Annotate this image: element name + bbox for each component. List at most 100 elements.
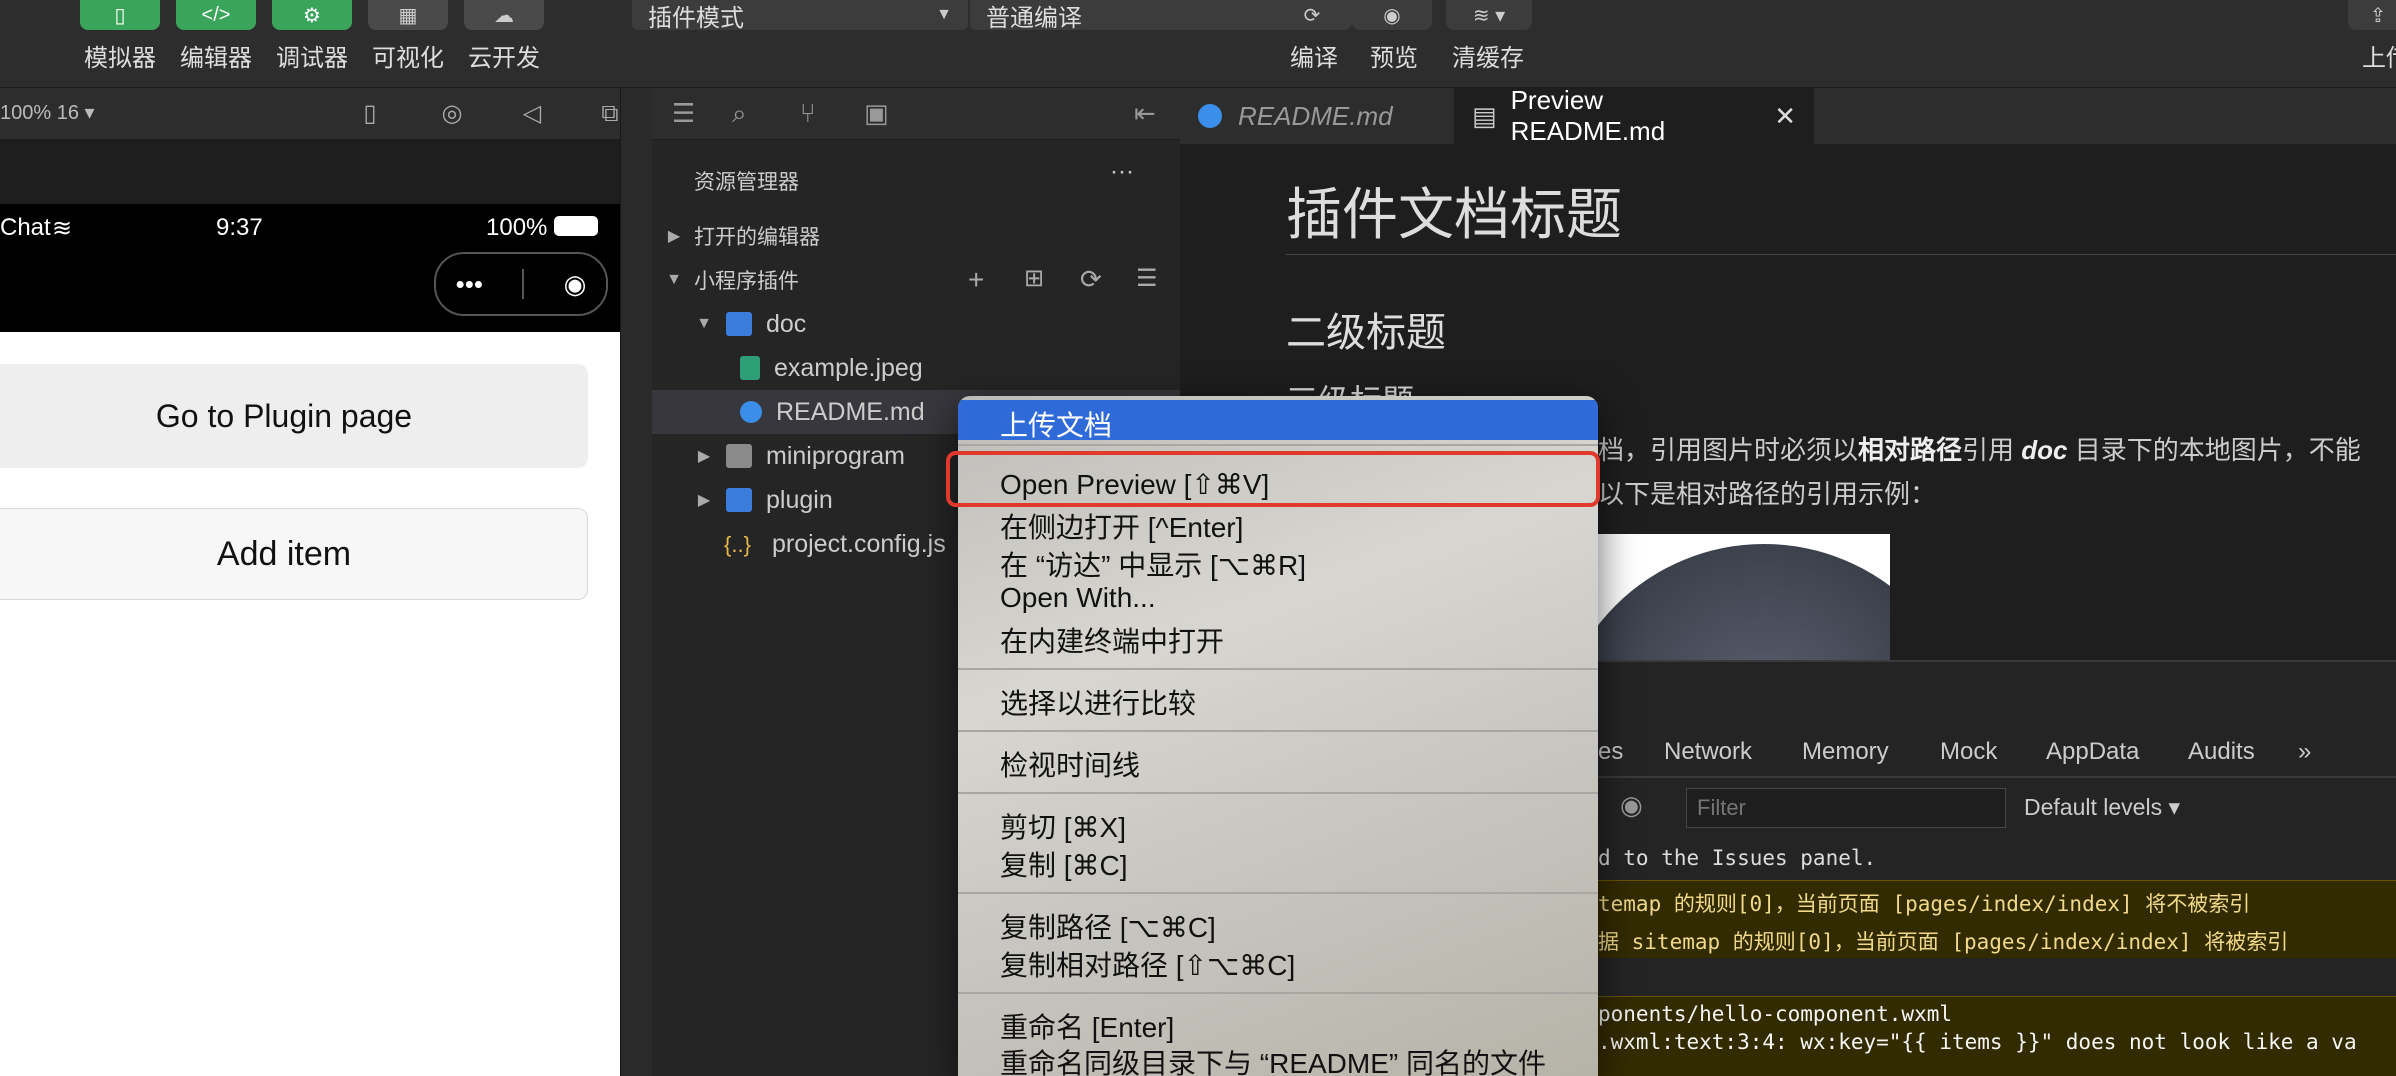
tree-label: plugin	[766, 485, 833, 514]
capsule-menu[interactable]: ••• ◉	[434, 252, 608, 316]
battery-icon	[554, 216, 598, 236]
tab-readme[interactable]: README.md	[1180, 88, 1450, 144]
list-icon[interactable]: ☰	[672, 98, 695, 129]
tree-folder-doc[interactable]: ▼ doc	[652, 302, 1222, 346]
simulator-toolbar: 100% 16 ▾ ▯ ◎ ◁ ⧉	[0, 88, 652, 140]
open-editors-label: 打开的编辑器	[694, 226, 820, 249]
menu-separator	[958, 730, 1598, 732]
capsule-divider	[522, 269, 525, 299]
cloud-icon: ☁	[494, 4, 514, 27]
new-file-icon[interactable]: +	[968, 264, 984, 296]
devtools-tab-network[interactable]: Network	[1664, 738, 1752, 766]
para-text: 档，引用图片时必须以	[1598, 435, 1859, 465]
devtools-tab-mock[interactable]: Mock	[1940, 738, 1997, 766]
para-em: doc	[2021, 435, 2068, 465]
log-levels-select[interactable]: Default levels ▾	[2024, 794, 2180, 821]
console-filter-input[interactable]	[1686, 788, 2006, 828]
devtools-tab-memory[interactable]: Memory	[1802, 738, 1889, 766]
preview-button[interactable]: ◉	[1352, 0, 1432, 30]
upload-button[interactable]: ⇪	[2348, 0, 2396, 30]
tree-label: example.jpeg	[774, 353, 923, 382]
search-icon[interactable]: ⌕	[732, 98, 747, 130]
devtools-tab-appdata[interactable]: AppData	[2046, 738, 2139, 766]
compile-select[interactable]: 普通编译▼	[970, 0, 1302, 32]
menu-item-open-with[interactable]: Open With...	[1000, 582, 1156, 614]
menu-separator	[958, 892, 1598, 894]
debugger-toggle-button[interactable]: ⚙	[272, 0, 352, 30]
tab-preview-readme[interactable]: ▤ Preview README.md ✕	[1454, 85, 1814, 146]
refresh-icon: ⟳	[1303, 4, 1321, 27]
tree-file-example-jpeg[interactable]: example.jpeg	[652, 346, 1268, 390]
devtools-more-tabs[interactable]: »	[2298, 738, 2311, 766]
editor-tabs: README.md ▤ Preview README.md ✕	[1180, 85, 2396, 146]
close-icon[interactable]: ✕	[1774, 101, 1796, 132]
info-icon	[1198, 104, 1222, 128]
battery-level: 100%	[486, 214, 548, 241]
menu-item-copy-relative-path[interactable]: 复制相对路径 [⇧⌥⌘C]	[1000, 944, 1295, 984]
top-toolbar: ▯ </> ⚙ ▦ ☁ 模拟器 编辑器 调试器 可视化 云开发 插件模式 ▼ 普通…	[0, 0, 2396, 88]
project-section[interactable]: ▼ 小程序插件 + ⊞ ⟳ ☰	[652, 258, 1192, 302]
device-icon[interactable]: ▯	[356, 100, 384, 128]
menu-item-upload-doc[interactable]: 上传文档	[1000, 404, 1112, 444]
json-icon: {..}	[724, 532, 751, 557]
image-content	[1594, 544, 1890, 660]
simulator-toggle-button[interactable]: ▯	[80, 0, 160, 30]
menu-item-rename[interactable]: 重命名 [Enter]	[1000, 1006, 1174, 1046]
extensions-icon[interactable]: ▣	[864, 98, 889, 129]
menu-separator	[958, 668, 1598, 670]
visual-toggle-button[interactable]: ▦	[368, 0, 448, 30]
panel-divider[interactable]	[620, 88, 652, 1076]
explorer-title: 资源管理器	[694, 171, 799, 194]
new-folder-icon[interactable]: ⊞	[1024, 264, 1044, 293]
tree-label: doc	[766, 309, 807, 338]
layers-icon: ≋ ▾	[1472, 4, 1506, 27]
open-editors-section[interactable]: ▶ 打开的编辑器	[652, 214, 1192, 258]
menu-item-copy[interactable]: 复制 [⌘C]	[1000, 844, 1128, 884]
menu-item-reveal-in-finder[interactable]: 在 “访达” 中显示 [⌥⌘R]	[1000, 544, 1306, 584]
eye-icon[interactable]: ◉	[1620, 790, 1643, 821]
status-time: 9:37	[216, 214, 263, 241]
menu-item-select-compare[interactable]: 选择以进行比较	[1000, 682, 1196, 722]
explorer-toolbar: ☰ ⌕ ⑂ ▣ ⇤	[652, 88, 1180, 140]
menu-item-cut[interactable]: 剪切 [⌘X]	[1000, 806, 1126, 846]
more-actions-icon[interactable]: ···	[1110, 158, 1134, 186]
info-icon	[740, 401, 762, 423]
menu-item-open-to-side[interactable]: 在侧边打开 [^Enter]	[1000, 506, 1243, 546]
zoom-select[interactable]: 100% 16 ▾	[0, 100, 95, 125]
devtools-tab-audits[interactable]: Audits	[2188, 738, 2255, 766]
add-item-button[interactable]: Add item	[0, 508, 588, 600]
source-control-icon[interactable]: ⑂	[800, 98, 816, 129]
close-target-icon[interactable]: ◉	[564, 269, 587, 300]
chevron-right-icon: ▶	[667, 228, 681, 245]
volume-icon[interactable]: ◁	[518, 100, 546, 128]
collapse-all-icon[interactable]: ☰	[1136, 264, 1158, 293]
cloud-button[interactable]: ☁	[464, 0, 544, 30]
tree-label: README.md	[776, 397, 925, 426]
go-to-plugin-button[interactable]: Go to Plugin page	[0, 364, 588, 468]
project-label: 小程序插件	[694, 270, 799, 293]
compile-button[interactable]: ⟳	[1272, 0, 1352, 30]
console-message: d to the Issues panel.	[1598, 846, 1877, 870]
devtools-tab-sources[interactable]: es	[1598, 738, 1623, 766]
console-warning: temap 的规则[0]，当前页面 [pages/index/index] 将不…	[1598, 892, 2251, 916]
doc-image	[1594, 534, 1890, 660]
mode-select-value: 插件模式	[648, 4, 744, 32]
menu-item-copy-path[interactable]: 复制路径 [⌥⌘C]	[1000, 906, 1216, 946]
editor-toggle-button[interactable]: </>	[176, 0, 256, 30]
eye-icon: ◉	[1383, 4, 1401, 27]
cloud-label: 云开发	[468, 45, 540, 72]
layout-icon: ▦	[398, 4, 418, 27]
heading-rule	[1286, 254, 2396, 255]
mode-select[interactable]: 插件模式 ▼	[632, 0, 968, 32]
clear-cache-button[interactable]: ≋ ▾	[1446, 0, 1532, 30]
para-text: 目录下的本地图片，不能	[2067, 435, 2361, 465]
menu-item-timeline[interactable]: 检视时间线	[1000, 744, 1140, 784]
collapse-panel-icon[interactable]: ⇤	[1134, 98, 1156, 129]
more-dots-icon[interactable]: •••	[456, 269, 483, 300]
annotation-highlight-box	[946, 451, 1600, 507]
para-text: 引用	[1962, 435, 2022, 465]
menu-item-rename-sibling[interactable]: 重命名同级目录下与 “README” 同名的文件	[1000, 1042, 1546, 1076]
record-icon[interactable]: ◎	[438, 100, 466, 128]
menu-item-open-in-terminal[interactable]: 在内建终端中打开	[1000, 620, 1224, 660]
refresh-icon[interactable]: ⟳	[1080, 264, 1102, 295]
